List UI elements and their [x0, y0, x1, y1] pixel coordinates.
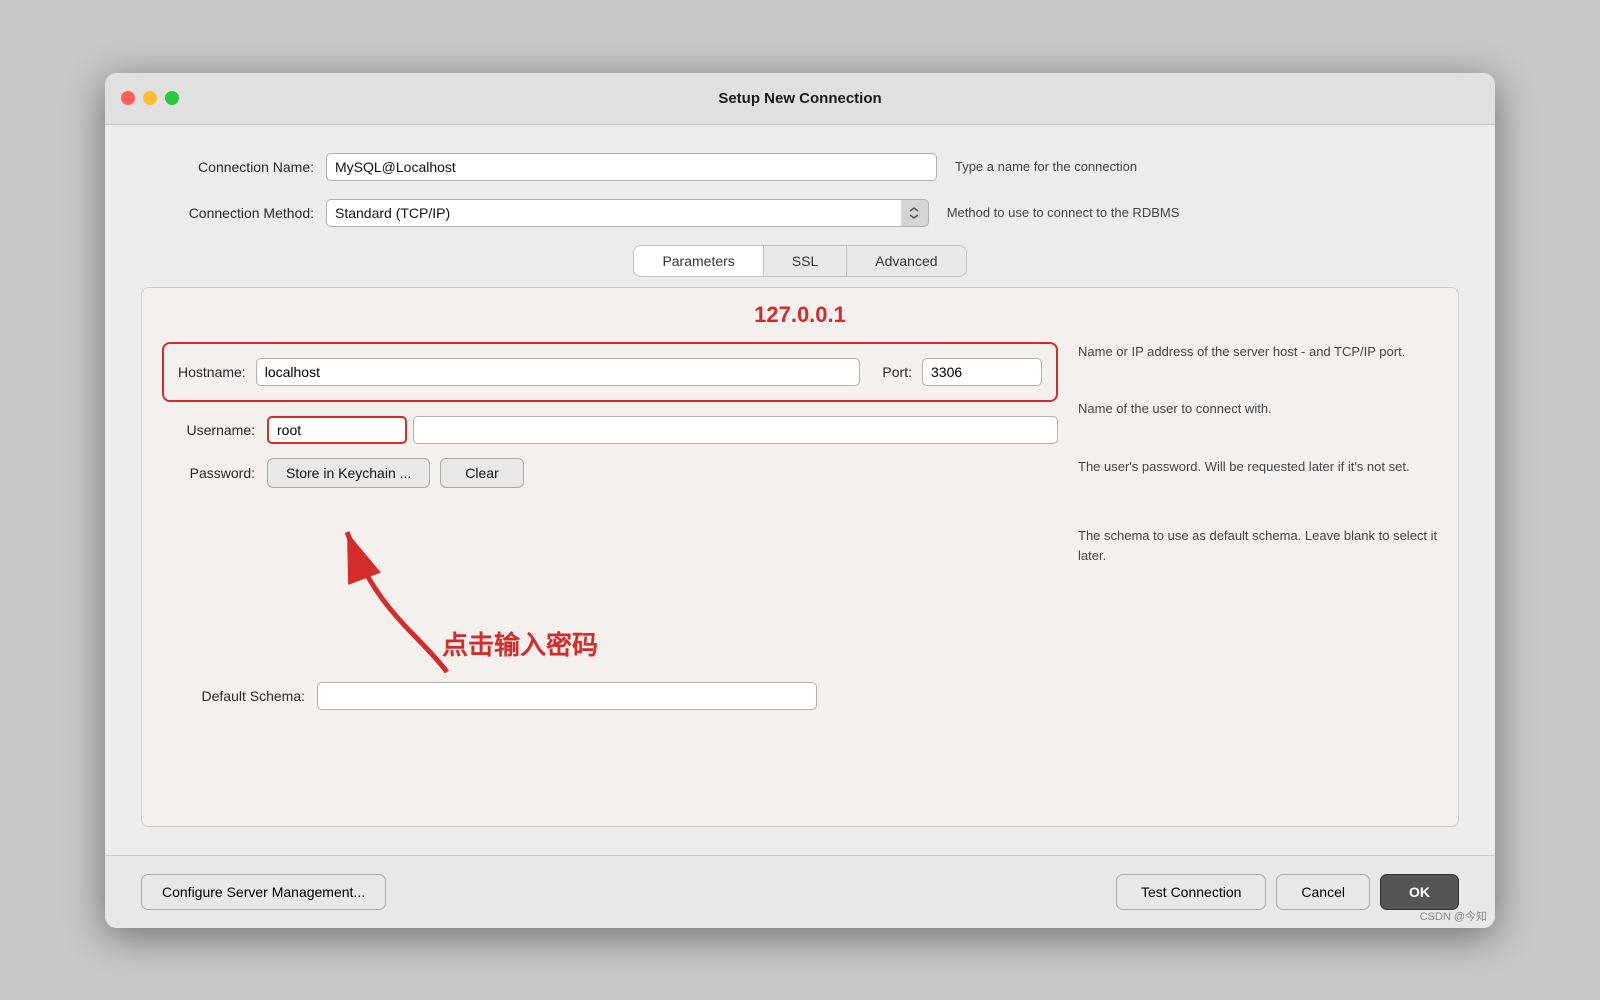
schema-hint: The schema to use as default schema. Lea…	[1078, 526, 1438, 565]
username-label: Username:	[162, 422, 267, 438]
schema-row: Default Schema:	[162, 682, 1058, 710]
password-label: Password:	[162, 465, 267, 481]
username-row: Username:	[162, 416, 1058, 444]
password-hint: The user's password. Will be requested l…	[1078, 457, 1438, 477]
schema-label: Default Schema:	[162, 688, 317, 704]
bottom-bar: Configure Server Management... Test Conn…	[105, 855, 1495, 928]
traffic-lights	[121, 91, 179, 105]
main-window: Setup New Connection Connection Name: Ty…	[105, 73, 1495, 928]
parameters-panel: 127.0.0.1 Hostname: Port:	[141, 287, 1459, 827]
minimize-button[interactable]	[143, 91, 157, 105]
tab-advanced[interactable]: Advanced	[847, 246, 965, 276]
watermark: CSDN @今知	[1420, 908, 1487, 924]
tabs: Parameters SSL Advanced	[633, 245, 966, 277]
clear-button[interactable]: Clear	[440, 458, 523, 488]
ok-button[interactable]: OK	[1380, 874, 1459, 910]
connection-method-hint: Method to use to connect to the RDBMS	[947, 205, 1459, 220]
close-button[interactable]	[121, 91, 135, 105]
username-input-rest[interactable]	[413, 416, 1058, 444]
annotation-area: 点击输入密码	[162, 502, 1058, 682]
username-input[interactable]	[267, 416, 407, 444]
form-content: Connection Name: Type a name for the con…	[105, 125, 1495, 855]
tabs-container: Parameters SSL Advanced	[141, 245, 1459, 287]
chevron-updown-icon	[908, 207, 920, 219]
port-label: Port:	[882, 364, 912, 380]
connection-method-arrow[interactable]	[901, 199, 929, 227]
connection-method-label: Connection Method:	[141, 205, 326, 221]
hostname-label: Hostname:	[178, 364, 246, 380]
panel-left: Hostname: Port: Username:	[162, 312, 1058, 724]
panel-inner: Hostname: Port: Username:	[162, 312, 1438, 724]
window-title: Setup New Connection	[718, 90, 881, 107]
port-input[interactable]	[922, 358, 1042, 386]
titlebar: Setup New Connection	[105, 73, 1495, 125]
connection-name-hint: Type a name for the connection	[955, 159, 1459, 174]
hostname-port-box: Hostname: Port:	[162, 342, 1058, 402]
cancel-button[interactable]: Cancel	[1276, 874, 1370, 910]
connection-name-input[interactable]	[326, 153, 937, 181]
connection-method-row: Connection Method: Method to use to conn…	[141, 199, 1459, 227]
username-hint: Name of the user to connect with.	[1078, 399, 1438, 419]
test-connection-button[interactable]: Test Connection	[1116, 874, 1266, 910]
configure-server-button[interactable]: Configure Server Management...	[141, 874, 386, 910]
host-port-row: Hostname: Port:	[178, 358, 1042, 386]
tab-parameters[interactable]: Parameters	[634, 246, 763, 276]
hostname-input[interactable]	[256, 358, 861, 386]
host-hint: Name or IP address of the server host - …	[1078, 342, 1438, 362]
annotation-text: 点击输入密码	[442, 625, 598, 662]
connection-method-input[interactable]	[326, 199, 902, 227]
panel-right: Name or IP address of the server host - …	[1078, 312, 1438, 724]
password-row: Password: Store in Keychain ... Clear	[162, 458, 1058, 488]
maximize-button[interactable]	[165, 91, 179, 105]
connection-name-label: Connection Name:	[141, 159, 326, 175]
tab-ssl[interactable]: SSL	[764, 246, 847, 276]
store-in-keychain-button[interactable]: Store in Keychain ...	[267, 458, 430, 488]
connection-name-row: Connection Name: Type a name for the con…	[141, 153, 1459, 181]
connection-method-wrapper	[326, 199, 929, 227]
annotation-arrow	[317, 492, 517, 692]
overlay-ip: 127.0.0.1	[754, 302, 846, 328]
